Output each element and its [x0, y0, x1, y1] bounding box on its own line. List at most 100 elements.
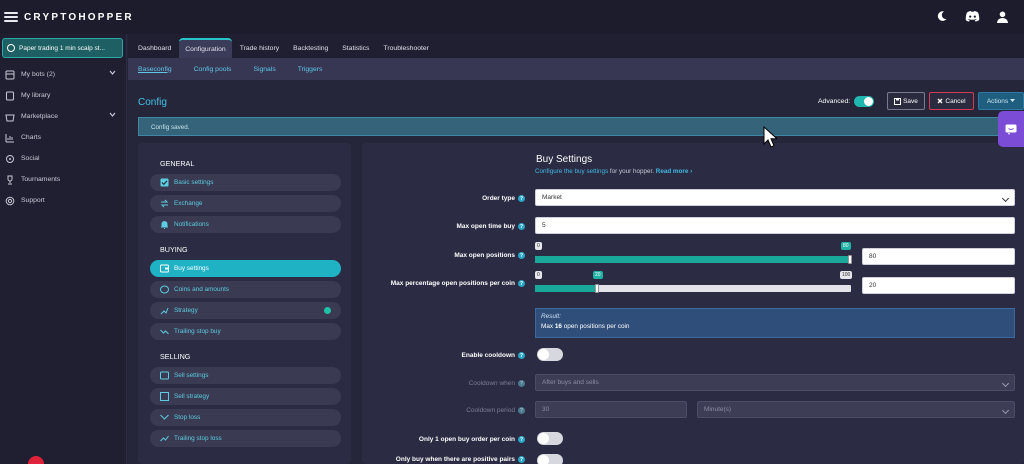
result-label: Result:	[541, 313, 561, 320]
page-title: Config	[138, 97, 167, 108]
menu-item-strategy[interactable]: Strategy	[150, 302, 341, 319]
subtitle-text: for your hopper.	[608, 168, 655, 175]
max-open-time-input[interactable]: 5	[535, 217, 1015, 234]
menu-item-stop-loss[interactable]: Stop loss	[150, 409, 341, 426]
help-icon[interactable]: ?	[518, 456, 525, 463]
section-title-buying: BUYING	[160, 245, 188, 254]
dark-mode-icon[interactable]	[934, 8, 950, 24]
bots-icon	[4, 69, 15, 80]
sidebar-item-label: My bots (2)	[21, 71, 55, 78]
sidebar-item-my-bots[interactable]: My bots (2)	[0, 64, 126, 85]
close-icon	[937, 98, 943, 104]
slider-handle[interactable]	[848, 255, 852, 264]
menu-item-trailing-stop-buy[interactable]: Trailing stop buy	[150, 323, 341, 340]
cooldown-period-unit-select[interactable]: Minute(s)	[697, 401, 1015, 418]
help-icon[interactable]: ?	[518, 195, 525, 202]
bot-selector[interactable]: Paper trading 1 min scalp st...	[2, 38, 123, 58]
slider-value-label: 20	[593, 271, 603, 279]
app-logo[interactable]: CRYPTOHOPPER	[24, 12, 134, 23]
help-icon[interactable]: ?	[518, 407, 525, 414]
menu-item-label: Basic settings	[174, 179, 214, 186]
advanced-toggle-group: Advanced:	[818, 96, 875, 107]
tab-dashboard[interactable]: Dashboard	[132, 38, 177, 58]
subtab-baseconfig[interactable]: Baseconfig	[138, 66, 172, 73]
discord-icon[interactable]	[964, 8, 980, 24]
save-button[interactable]: Save	[887, 92, 925, 110]
max-percentage-slider[interactable]	[535, 284, 851, 293]
menu-item-notifications[interactable]: Notifications	[150, 216, 341, 233]
result-box: Result: Max 16 open positions per coin	[535, 308, 1015, 338]
max-open-positions-input[interactable]: 80	[862, 248, 1015, 265]
menu-item-sell-strategy[interactable]: Sell strategy	[150, 388, 341, 405]
menu-item-label: Strategy	[174, 307, 198, 314]
cooldown-period-input[interactable]: 30	[535, 401, 687, 418]
enable-cooldown-toggle[interactable]	[537, 348, 563, 361]
sidebar-item-charts[interactable]: Charts	[0, 127, 126, 148]
help-icon[interactable]: ?	[518, 223, 525, 230]
section-title-selling: SELLING	[160, 352, 191, 361]
menu-item-trailing-stop-loss[interactable]: Trailing stop loss	[150, 430, 341, 447]
max-open-positions-slider[interactable]	[535, 255, 852, 264]
slider-handle[interactable]	[595, 284, 599, 293]
save-label: Save	[903, 97, 918, 105]
sidebar-item-tournaments[interactable]: Tournaments	[0, 169, 126, 190]
help-icon[interactable]: ?	[518, 380, 525, 387]
max-percentage-input[interactable]: 20	[862, 277, 1015, 294]
sidebar-item-label: Charts	[21, 134, 42, 141]
sidebar-item-label: My library	[21, 92, 51, 99]
mouse-cursor-icon	[763, 126, 777, 148]
help-icon[interactable]: ?	[518, 352, 525, 359]
menu-item-exchange[interactable]: Exchange	[150, 195, 341, 212]
sidebar-item-label: Tournaments	[21, 176, 61, 183]
library-icon	[4, 90, 15, 101]
subtab-config-pools[interactable]: Config pools	[194, 66, 232, 73]
user-avatar-icon[interactable]	[994, 8, 1010, 24]
only-positive-pairs-label: Only buy when there are positive pairs?	[396, 456, 525, 463]
max-open-time-label: Max open time buy?	[456, 223, 525, 230]
buy-settings-panel: Buy Settings Configure the buy settings …	[362, 143, 1024, 464]
trophy-icon	[4, 174, 15, 185]
advanced-toggle[interactable]	[854, 96, 875, 107]
subtitle-link[interactable]: Configure the buy settings	[535, 168, 608, 175]
menu-item-sell-settings[interactable]: Sell settings	[150, 367, 341, 384]
only-positive-pairs-toggle[interactable]	[537, 454, 563, 464]
section-title-general: GENERAL	[160, 159, 195, 168]
tab-troubleshooter[interactable]: Troubleshooter	[377, 38, 434, 58]
sidebar-item-support[interactable]: Support	[0, 190, 126, 211]
charts-icon	[4, 132, 15, 143]
read-more-link[interactable]: Read more	[656, 168, 689, 175]
help-icon[interactable]: ?	[518, 436, 525, 443]
cooldown-period-label: Cooldown period?	[466, 407, 525, 414]
result-prefix: Max	[541, 323, 555, 330]
tab-trade-history[interactable]: Trade history	[234, 38, 285, 58]
menu-item-label: Trailing stop loss	[174, 435, 222, 442]
menu-item-basic-settings[interactable]: Basic settings	[150, 174, 341, 191]
subtab-triggers[interactable]: Triggers	[298, 66, 323, 73]
help-icon[interactable]: ?	[518, 280, 525, 287]
buy-settings-title: Buy Settings	[536, 154, 593, 165]
cooldown-when-label: Cooldown when?	[469, 380, 525, 387]
tab-statistics[interactable]: Statistics	[336, 38, 375, 58]
tab-backtesting[interactable]: Backtesting	[287, 38, 334, 58]
support-icon	[4, 195, 15, 206]
tab-configuration[interactable]: Configuration	[179, 38, 232, 58]
subtab-signals[interactable]: Signals	[253, 66, 275, 73]
help-icon[interactable]: ?	[518, 252, 525, 259]
only-one-order-toggle[interactable]	[537, 432, 563, 445]
main-content: Dashboard Configuration Trade history Ba…	[128, 34, 1024, 464]
result-text: Max 16 open positions per coin	[541, 322, 1009, 332]
actions-button[interactable]: Actions	[978, 92, 1024, 110]
sidebar-item-my-library[interactable]: My library	[0, 85, 126, 106]
checkbox-icon	[160, 178, 169, 187]
menu-item-label: Notifications	[174, 221, 209, 228]
sidebar-item-social[interactable]: Social	[0, 148, 126, 169]
sidebar-item-marketplace[interactable]: Marketplace	[0, 106, 126, 127]
cancel-button[interactable]: Cancel	[929, 92, 974, 110]
menu-item-coins-and-amounts[interactable]: Coins and amounts	[150, 281, 341, 298]
tab-bar: Dashboard Configuration Trade history Ba…	[128, 34, 1024, 58]
hamburger-menu-icon[interactable]	[4, 12, 18, 22]
order-type-select[interactable]: Market	[535, 189, 1015, 206]
menu-item-buy-settings[interactable]: Buy settings	[150, 260, 341, 277]
cooldown-when-select[interactable]: After buys and sells	[535, 374, 1015, 391]
chat-widget-button[interactable]	[998, 111, 1024, 147]
